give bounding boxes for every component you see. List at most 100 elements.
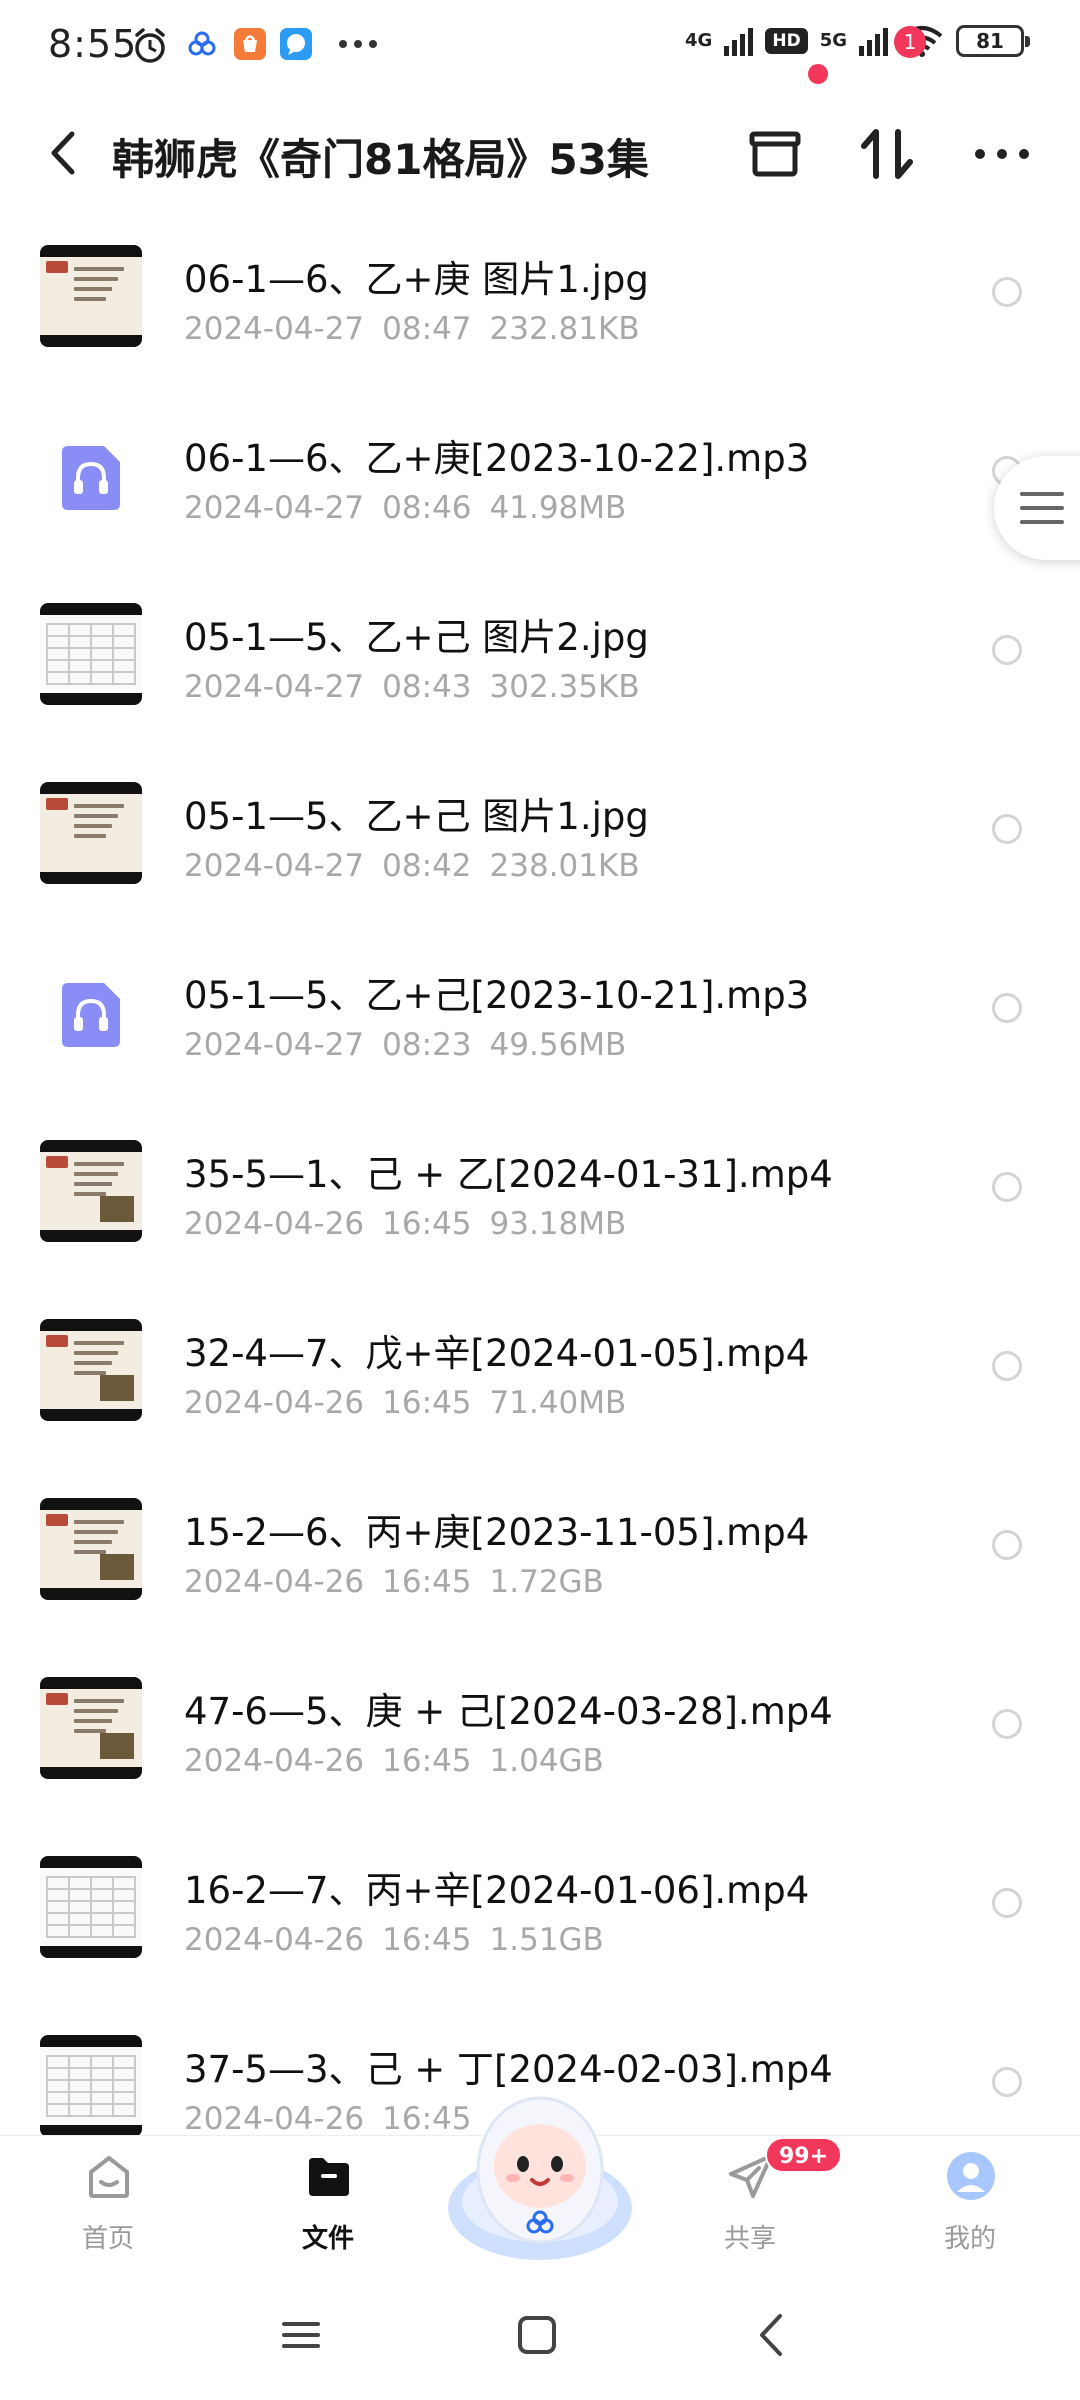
select-radio[interactable] [992,277,1022,307]
file-thumbnail [40,603,142,705]
file-list: 06-1—6、乙+庚 图片1.jpg 2024-04-27 08:47 232.81K… [0,215,1080,2135]
audio-file-icon [62,983,120,1047]
app-screen: 8:55 4G HD 5G 81 韩狮虎《奇门81格局》53集 1 06-1—6… [0,0,1080,2400]
file-row[interactable]: 06-1—6、乙+庚[2023-10-22].mp3 2024-04-27 08:4… [0,394,1080,573]
file-meta: 2024-04-27 08:47 232.81KB [184,311,658,347]
system-nav-bar [0,2268,1080,2400]
file-time: 16:45 [382,1743,472,1779]
select-radio[interactable] [992,1351,1022,1381]
file-row[interactable]: 32-4—7、戊+辛[2024-01-05].mp4 2024-04-26 16:4… [0,1289,1080,1468]
file-thumbnail [40,782,142,884]
page-title: 韩狮虎《奇门81格局》53集 [112,135,649,184]
folder-icon [309,2158,349,2196]
file-size: 238.01KB [489,848,640,884]
file-size: 49.56MB [489,1027,627,1063]
file-name: 05-1—5、乙+己[2023-10-21].mp3 [184,974,810,1017]
battery-indicator: 81 [956,25,1030,57]
nav-share-label: 共享 [723,2224,776,2254]
select-radio[interactable] [992,2067,1022,2097]
file-row[interactable]: 05-1—5、乙+己 图片1.jpg 2024-04-27 08:42 238.01K… [0,752,1080,931]
file-size: 71.40MB [489,1385,627,1421]
select-radio[interactable] [992,635,1022,665]
nav-home[interactable]: 首页 [38,2136,178,2261]
more-icon[interactable] [966,118,1038,190]
status-time: 8:55 [48,22,138,66]
hd-badge: HD [765,28,808,54]
mascot-icon[interactable] [443,2080,638,2270]
file-thumbnail [40,1140,142,1242]
nav-me[interactable]: 我的 [900,2136,1040,2261]
file-size: 232.81KB [489,311,640,347]
file-meta: 2024-04-26 16:45 71.40MB [184,1385,644,1421]
file-row[interactable]: 47-6—5、庚 + 己[2024-03-28].mp4 2024-04-26 16… [0,1647,1080,1826]
file-name: 06-1—6、乙+庚 图片1.jpg [184,258,649,301]
file-row[interactable]: 16-2—7、丙+辛[2024-01-06].mp4 2024-04-26 16:4… [0,1826,1080,2005]
file-size: 1.72GB [489,1564,604,1600]
recents-icon[interactable] [276,2310,326,2360]
file-thumbnail [40,245,142,347]
back-icon[interactable] [44,128,84,178]
select-radio[interactable] [992,993,1022,1023]
file-size: 1.51GB [489,1922,604,1958]
message-app-icon [280,28,312,60]
select-radio[interactable] [992,1530,1022,1560]
file-date: 2024-04-26 [184,1385,365,1421]
select-radio[interactable] [992,1888,1022,1918]
home-icon [89,2156,129,2198]
home-button-icon[interactable] [512,2310,562,2360]
file-date: 2024-04-27 [184,669,365,705]
avatar-icon [947,2152,995,2200]
file-date: 2024-04-26 [184,2101,365,2135]
file-date: 2024-04-27 [184,848,365,884]
file-size: 93.18MB [489,1206,627,1242]
file-meta: 2024-04-27 08:42 238.01KB [184,848,658,884]
network-type-1: 4G [685,30,713,51]
file-thumbnail [40,1856,142,1958]
file-row[interactable]: 15-2—6、丙+庚[2023-11-05].mp4 2024-04-26 16:4… [0,1468,1080,1647]
file-thumbnail [40,1677,142,1779]
transfer-badge: 1 [894,26,926,58]
archive-icon[interactable] [740,118,812,190]
share-badge: 99+ [765,2137,843,2173]
file-time: 08:43 [382,669,472,705]
file-size: 41.98MB [489,490,627,526]
file-thumbnail [40,2035,142,2135]
file-row[interactable]: 06-1—6、乙+庚 图片1.jpg 2024-04-27 08:47 232.81K… [0,215,1080,394]
select-radio[interactable] [992,814,1022,844]
nav-files-label: 文件 [301,2224,354,2254]
file-name: 32-4—7、戊+辛[2024-01-05].mp4 [184,1332,810,1375]
status-right: 4G HD 5G 81 [685,24,1030,58]
top-bar: 韩狮虎《奇门81格局》53集 1 [0,26,1080,210]
file-size: 302.35KB [489,669,640,705]
file-date: 2024-04-27 [184,1027,365,1063]
file-time: 16:45 [382,1922,472,1958]
file-date: 2024-04-26 [184,1564,365,1600]
archive-red-dot [808,64,828,84]
file-meta: 2024-04-27 08:43 302.35KB [184,669,658,705]
select-radio[interactable] [992,1709,1022,1739]
cloud-app-icon [188,31,216,56]
signal-2-icon [859,26,888,56]
file-row[interactable]: 05-1—5、乙+己 图片2.jpg 2024-04-27 08:43 302.35K… [0,573,1080,752]
file-meta: 2024-04-26 16:45 1.72GB [184,1564,622,1600]
file-meta: 2024-04-26 16:45 1.04GB [184,1743,622,1779]
file-time: 08:42 [382,848,472,884]
select-radio[interactable] [992,1172,1022,1202]
file-name: 15-2—6、丙+庚[2023-11-05].mp4 [184,1511,810,1554]
audio-file-icon [62,446,120,510]
file-row[interactable]: 05-1—5、乙+己[2023-10-21].mp3 2024-04-27 08:2… [0,931,1080,1110]
shop-app-icon [234,28,266,60]
file-row[interactable]: 35-5—1、己 + 乙[2024-01-31].mp4 2024-04-26 16… [0,1110,1080,1289]
nav-me-label: 我的 [943,2224,996,2254]
alarm-icon [135,28,165,63]
transfer-icon[interactable] [852,118,924,190]
file-meta: 2024-04-26 16:45 93.18MB [184,1206,644,1242]
nav-files[interactable]: 文件 [258,2136,398,2261]
system-back-icon[interactable] [748,2310,798,2360]
file-meta: 2024-04-27 08:46 41.98MB [184,490,644,526]
file-time: 08:23 [382,1027,472,1063]
file-name: 47-6—5、庚 + 己[2024-03-28].mp4 [184,1690,833,1733]
file-thumbnail [40,1498,142,1600]
signal-1-icon [724,26,754,56]
network-type-2: 5G [819,30,847,51]
